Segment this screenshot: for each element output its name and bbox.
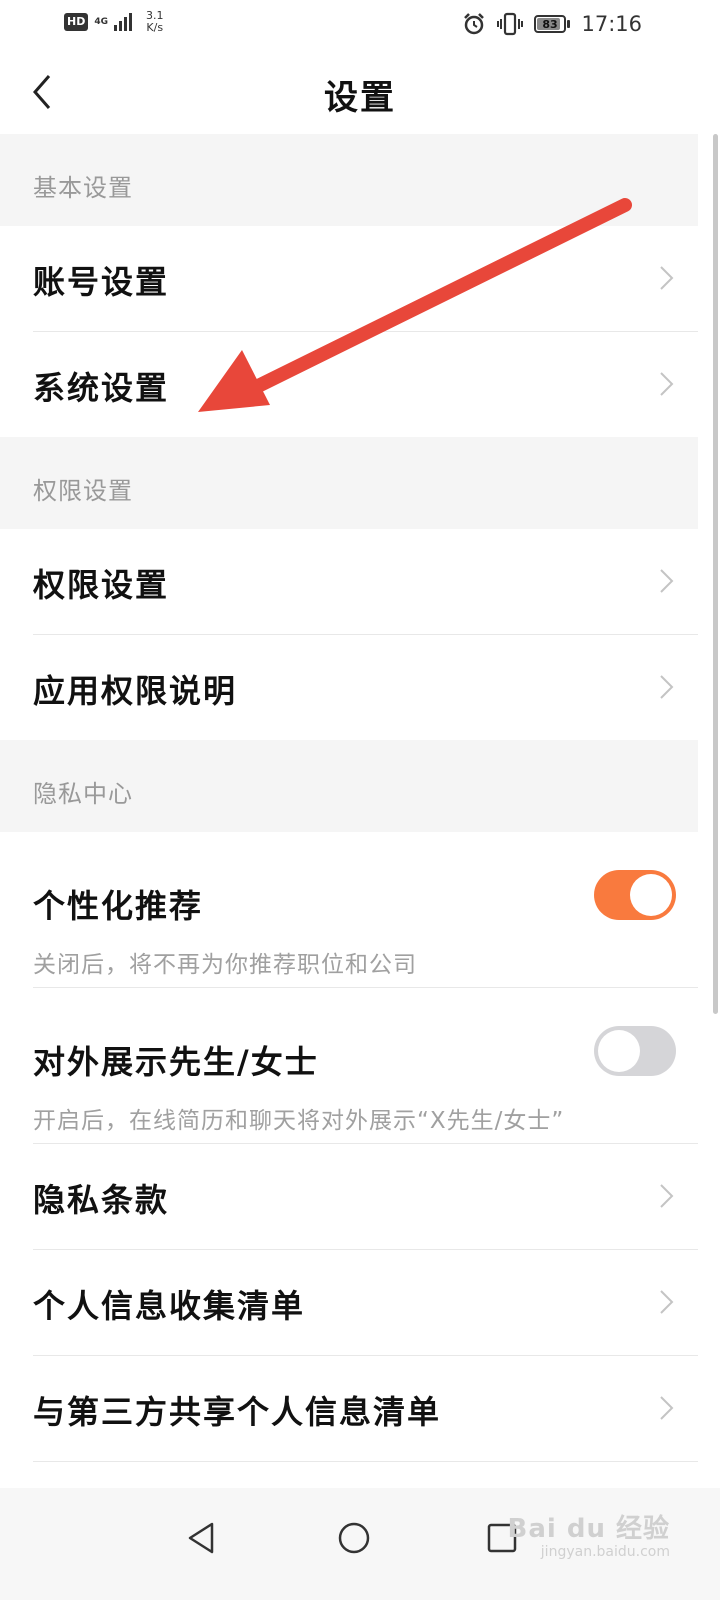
section-title: 基本设置 [33,174,133,202]
toggle-knob [630,874,672,916]
section-title: 权限设置 [33,477,133,505]
divider [33,1461,698,1462]
status-right: 83 [462,12,570,36]
back-triangle-icon [188,1522,214,1554]
network-speed: 3.1 K/s [146,10,164,34]
account-settings-row[interactable]: 账号设置 [0,226,698,331]
hd-badge: HD [64,13,89,31]
battery-level: 83 [542,17,558,31]
status-bar: HD 4G 3.1 K/s 83 17:16 [0,0,720,50]
row-label: 权限设置 [33,566,170,604]
toggle-label: 对外展示先生/女士 [33,1043,319,1081]
row-label: 隐私条款 [33,1181,170,1219]
battery-body: 83 [534,15,566,33]
personalized-recommend-toggle[interactable] [594,870,676,920]
section-privacy-header: 隐私中心 [0,740,698,832]
chevron-right-icon [660,675,674,699]
nav-back-button[interactable] [172,1508,232,1568]
show-title-row: 对外展示先生/女士 开启后，在线简历和聊天将对外展示“X先生/女士” [0,988,698,1143]
chevron-right-icon [660,1290,674,1314]
page-title: 设置 [324,78,396,118]
network-type: 4G [94,16,108,27]
status-left: HD 4G 3.1 K/s [64,10,164,34]
chevron-right-icon [660,1184,674,1208]
third-party-share-row[interactable]: 与第三方共享个人信息清单 [0,1356,698,1461]
nav-home-button[interactable] [324,1508,384,1568]
battery-tip [567,20,570,28]
row-label: 应用权限说明 [33,672,238,710]
section-title: 隐私中心 [33,780,133,808]
personalized-recommend-row: 个性化推荐 关闭后，将不再为你推荐职位和公司 [0,832,698,987]
toggle-knob [598,1030,640,1072]
chevron-right-icon [660,372,674,396]
status-time: 17:16 [581,12,642,36]
system-settings-row[interactable]: 系统设置 [0,332,698,437]
privacy-terms-row[interactable]: 隐私条款 [0,1144,698,1249]
row-label: 系统设置 [33,369,170,407]
toggle-description: 开启后，在线简历和聊天将对外展示“X先生/女士” [33,1108,565,1134]
home-circle-icon [338,1522,370,1554]
vibrate-icon [497,12,523,36]
signal-icon [114,13,132,31]
row-label: 个人信息收集清单 [33,1287,306,1325]
watermark-url: jingyan.baidu.com [540,1544,670,1560]
toggle-description: 关闭后，将不再为你推荐职位和公司 [33,952,417,978]
show-title-toggle[interactable] [594,1026,676,1076]
alarm-icon [464,13,484,35]
row-label: 账号设置 [33,263,170,301]
battery-icon: 83 [534,15,570,33]
chevron-right-icon [660,266,674,290]
section-basic-header: 基本设置 [0,134,698,226]
speed-unit: K/s [146,21,164,34]
personal-info-list-row[interactable]: 个人信息收集清单 [0,1250,698,1355]
watermark-logo: Bai du 经验 [507,1514,670,1544]
chevron-right-icon [660,1396,674,1420]
permission-settings-row[interactable]: 权限设置 [0,529,698,634]
section-permission-header: 权限设置 [0,437,698,529]
chevron-right-icon [660,569,674,593]
app-header: 设置 [0,50,720,134]
toggle-label: 个性化推荐 [33,887,204,925]
row-label: 与第三方共享个人信息清单 [33,1393,442,1431]
scrollbar[interactable] [713,134,718,1014]
app-permission-info-row[interactable]: 应用权限说明 [0,635,698,740]
